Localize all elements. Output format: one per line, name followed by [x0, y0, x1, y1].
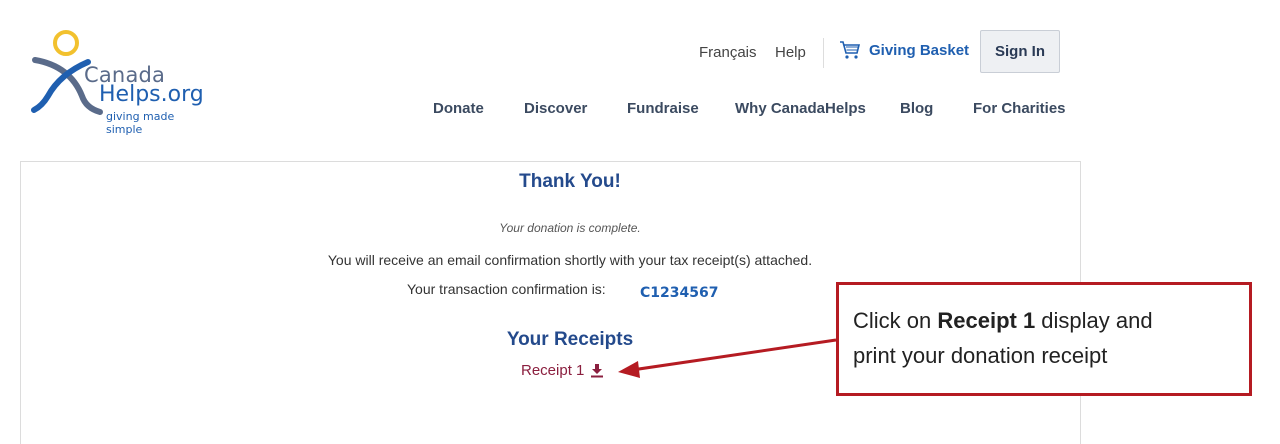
confirmation-label: Your transaction confirmation is: [407, 281, 606, 297]
nav-discover[interactable]: Discover [524, 100, 587, 117]
nav-why-canadahelps[interactable]: Why CanadaHelps [735, 100, 866, 117]
header-divider [823, 38, 824, 68]
language-link-francais[interactable]: Français [699, 44, 757, 61]
logo-tagline: giving made simple [106, 110, 175, 136]
nav-donate[interactable]: Donate [433, 100, 484, 117]
callout-text-bold: Receipt 1 [937, 308, 1036, 333]
sign-in-button[interactable]: Sign In [980, 30, 1060, 73]
receipt-1-label: Receipt 1 [521, 362, 585, 379]
callout-text-line2: print your donation receipt [853, 343, 1108, 368]
download-icon [591, 364, 604, 378]
receipt-1-link[interactable]: Receipt 1 [521, 362, 604, 379]
giving-basket-label: Giving Basket [869, 41, 970, 59]
email-confirmation-text: You will receive an email confirmation s… [327, 252, 813, 268]
page-title: Thank You! [519, 171, 621, 192]
callout-text-suffix: display and [1035, 308, 1153, 333]
nav-fundraise[interactable]: Fundraise [627, 100, 699, 117]
nav-for-charities[interactable]: For Charities [973, 100, 1066, 117]
cart-icon [840, 41, 861, 59]
nav-blog[interactable]: Blog [900, 100, 933, 117]
giving-basket-link[interactable]: Giving Basket [839, 40, 969, 60]
canadahelps-logo[interactable]: Canada Helps.org giving made simple [30, 26, 210, 136]
confirmation-number: C1234567 [640, 285, 719, 301]
donation-complete-text: Your donation is complete. [499, 221, 641, 235]
help-link[interactable]: Help [775, 44, 806, 61]
logo-word-helps: Helps.org [99, 82, 204, 107]
instruction-callout: Click on Receipt 1 display and print you… [836, 282, 1252, 396]
callout-text-prefix: Click on [853, 308, 938, 333]
